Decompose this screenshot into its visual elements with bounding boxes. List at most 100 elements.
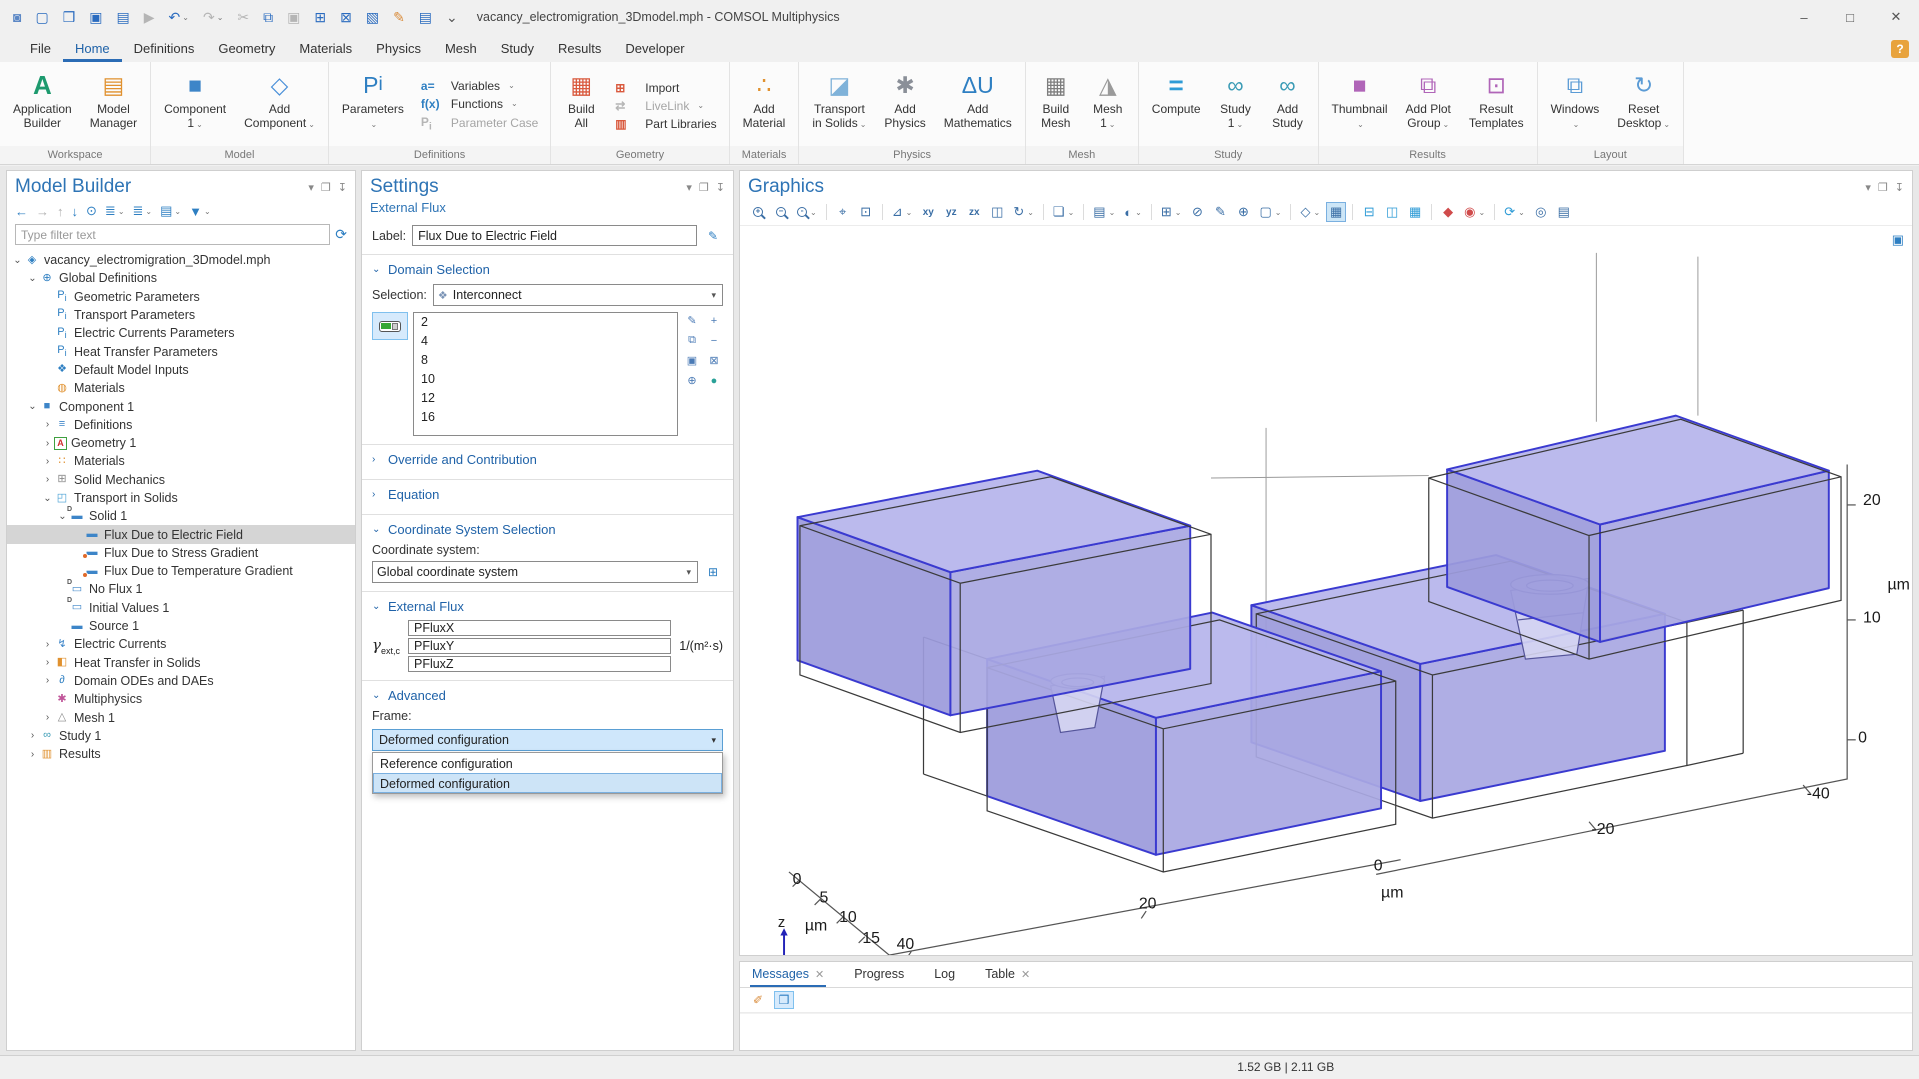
transport-in-solids-button[interactable]: ◪Transportin Solids⌄ (803, 65, 875, 146)
add-mathematics-button[interactable]: ΔUAddMathematics (935, 65, 1021, 146)
color-theme-icon[interactable]: ▤⌄ (1090, 202, 1118, 222)
thumbnail-button[interactable]: ■Thumbnail⌄ (1323, 65, 1397, 146)
clear-brush-icon[interactable]: ✎ (388, 8, 410, 26)
move-up-icon[interactable]: ↑ (57, 204, 64, 219)
delete-icon[interactable]: ⊠ (335, 8, 357, 26)
functions-button[interactable]: f(x)Functions⌄ (421, 97, 538, 111)
menu-physics[interactable]: Physics (364, 37, 433, 62)
zoom-in-icon[interactable]: + (748, 202, 768, 222)
undo-icon[interactable]: ↶⌄ (164, 8, 194, 26)
pin-icon[interactable]: ↧ (1895, 181, 1904, 194)
domain-list-item[interactable]: 12 (414, 389, 677, 408)
default-3d-view-icon[interactable]: ⊿⌄ (889, 202, 916, 222)
domain-selection-header[interactable]: ⌄ Domain Selection (372, 260, 723, 281)
comsol-logo[interactable]: ◙ (8, 8, 26, 26)
open-messages-window-icon[interactable]: ❒ (774, 991, 794, 1009)
tree-item-heat-transfer-parameters[interactable]: PiHeat Transfer Parameters (7, 342, 355, 360)
clear-selection-icon[interactable]: ⊠ (705, 352, 723, 369)
filter-icon[interactable]: ▼⌄ (189, 204, 211, 219)
tree-item-root[interactable]: ⌄◈vacancy_electromigration_3Dmodel.mph (7, 251, 355, 269)
copy-selection-icon[interactable]: ⧉ (683, 332, 701, 349)
build-mesh-button[interactable]: ▦BuildMesh (1030, 65, 1082, 146)
tree-item-multiphysics[interactable]: ✱Multiphysics (7, 690, 355, 708)
tree-item-initial-values-1[interactable]: ▭DInitial Values 1 (7, 599, 355, 617)
tree-item-global-definitions[interactable]: ⌄⊕Global Definitions (7, 269, 355, 287)
external-flux-header[interactable]: ⌄ External Flux (372, 597, 723, 618)
zoom-extents-icon[interactable]: ⌖ (833, 202, 853, 222)
parameter-case-button[interactable]: PiParameter Case (421, 115, 538, 132)
3d-model-view[interactable]: 20µm100-40-200µm2040151050µm z x y (740, 226, 1912, 956)
view-options-icon[interactable]: ❏⌄ (1050, 202, 1077, 222)
save-icon[interactable]: ▣ (84, 8, 107, 26)
tree-item-study-1[interactable]: ›∞Study 1 (7, 727, 355, 745)
reset-desktop-button[interactable]: ↻ResetDesktop⌄ (1608, 65, 1679, 146)
component-1-button[interactable]: ■Component1⌄ (155, 65, 235, 146)
tree-item-results[interactable]: ›▥Results (7, 745, 355, 763)
zoom-out-icon[interactable]: − (771, 202, 791, 222)
rotate-view-icon[interactable]: ↻⌄ (1010, 202, 1037, 222)
tree-item-solid-mechanics[interactable]: ›⊞Solid Mechanics (7, 471, 355, 489)
selection-dropdown[interactable]: ❖ Interconnect ▾ (433, 284, 723, 306)
equation-header[interactable]: › Equation (372, 485, 723, 506)
refresh-icon[interactable]: ⟳ (335, 226, 347, 243)
domain-list-item[interactable]: 16 (414, 408, 677, 427)
save-as-icon[interactable]: ▤ (112, 8, 135, 26)
tree-item-source-1[interactable]: ▬Source 1 (7, 617, 355, 635)
move-down-icon[interactable]: ↓ (72, 204, 79, 219)
tree-item-no-flux-1[interactable]: ▭DNo Flux 1 (7, 580, 355, 598)
menu-file[interactable]: File (18, 37, 63, 62)
close-icon[interactable]: ✕ (1021, 968, 1030, 981)
tab-progress[interactable]: Progress (852, 965, 906, 987)
frame-option[interactable]: Deformed configuration (373, 773, 722, 793)
deselect-icon[interactable]: ⊘ (1187, 202, 1207, 222)
menu-geometry[interactable]: Geometry (206, 37, 287, 62)
graphics-canvas[interactable]: 20µm100-40-200µm2040151050µm z x y (740, 226, 1912, 956)
run-icon[interactable]: ▶ (139, 8, 160, 26)
zoom-to-selection-icon[interactable]: ⊕ (1233, 202, 1253, 222)
tree-item-geometric-parameters[interactable]: PiGeometric Parameters (7, 288, 355, 306)
copy-icon[interactable]: ⧉ (258, 8, 278, 26)
back-icon[interactable]: ← (15, 204, 28, 219)
close-button[interactable]: ✕ (1873, 0, 1919, 34)
node-label-display-icon[interactable]: ▤⌄ (160, 203, 181, 219)
add-material-button[interactable]: ∴AddMaterial (734, 65, 795, 146)
new-file-icon[interactable]: ▢ (30, 8, 53, 26)
duplicate-icon[interactable]: ⊞ (309, 8, 331, 26)
windows-button[interactable]: ⧉Windows⌄ (1542, 65, 1609, 146)
menu-home[interactable]: Home (63, 37, 122, 62)
menu-definitions[interactable]: Definitions (122, 37, 207, 62)
variables-button[interactable]: a=Variables⌄ (421, 79, 538, 93)
tree-item-flux-due-to-electric-field[interactable]: ▬Flux Due to Electric Field (7, 525, 355, 543)
chevron-down-icon[interactable]: ▾ (308, 181, 314, 194)
part-libraries-button[interactable]: ▥Part Libraries (615, 117, 716, 131)
add-study-button[interactable]: ∞AddStudy (1262, 65, 1314, 146)
menu-study[interactable]: Study (489, 37, 546, 62)
tree-item-domain-odes-and-daes[interactable]: ›∂Domain ODEs and DAEs (7, 672, 355, 690)
model-manager-button[interactable]: ▤ModelManager (81, 65, 146, 146)
paste-selection-icon[interactable]: ▣ (683, 352, 701, 369)
graphics-context-icon[interactable]: ▣ (1892, 232, 1904, 248)
zx-view-icon[interactable]: zx (964, 202, 984, 222)
remove-from-selection-icon[interactable]: − (705, 332, 723, 349)
tree-item-solid-1[interactable]: ⌄▬DSolid 1 (7, 507, 355, 525)
tree-filter-input[interactable] (15, 224, 330, 245)
tree-item-flux-due-to-stress-gradient[interactable]: ▬Flux Due to Stress Gradient (7, 544, 355, 562)
xy-view-icon[interactable]: xy (918, 202, 938, 222)
coordinate-system-dropdown[interactable]: Global coordinate system ▾ (372, 561, 698, 583)
lasso-select-icon[interactable]: ✎ (1210, 202, 1230, 222)
report-preview-icon[interactable]: ▤ (414, 8, 437, 26)
open-file-icon[interactable]: ❒ (58, 8, 81, 26)
close-icon[interactable]: ✕ (815, 968, 824, 981)
transparency-icon[interactable]: ▦ (1326, 202, 1346, 222)
print-icon[interactable]: ▤ (1554, 202, 1574, 222)
coordinate-system-header[interactable]: ⌄ Coordinate System Selection (372, 520, 723, 541)
tree-item-mesh-1[interactable]: ›△Mesh 1 (7, 708, 355, 726)
menu-developer[interactable]: Developer (613, 37, 696, 62)
zoom-to-selection-icon[interactable]: ⊕ (683, 372, 701, 389)
float-window-icon[interactable]: ❐ (699, 181, 709, 194)
pin-icon[interactable]: ↧ (716, 181, 725, 194)
color-legend-icon[interactable]: ◉⌄ (1461, 202, 1488, 222)
pin-icon[interactable]: ↧ (338, 181, 347, 194)
frame-option[interactable]: Reference configuration (373, 753, 722, 773)
active-selection-icon[interactable]: ● (705, 372, 723, 389)
